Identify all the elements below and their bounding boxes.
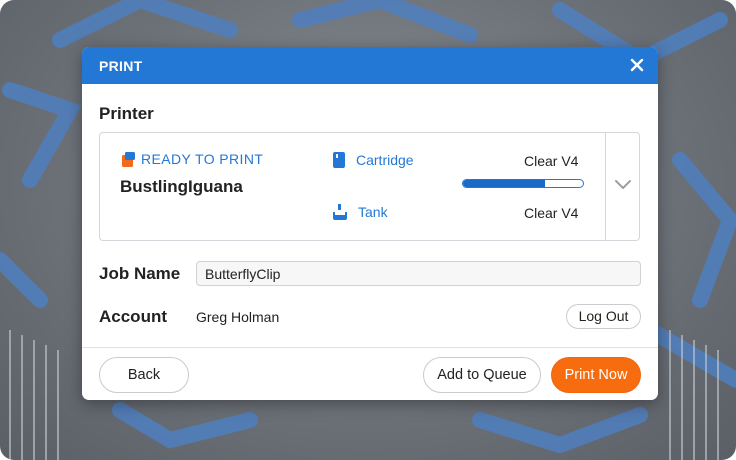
close-icon[interactable] [628,56,646,74]
printer-selector-divider [605,133,606,240]
footer-divider [82,347,658,348]
screen: PRINT Printer READY TO PRINT BustlingIgu… [0,0,736,460]
dialog-title: PRINT [99,58,143,74]
tank-label: Tank [358,204,388,220]
job-name-input[interactable] [196,261,641,286]
chevron-down-icon[interactable] [614,179,632,191]
cartridge-value: Clear V4 [524,153,579,169]
printer-section-label: Printer [99,104,154,123]
cartridge-level-bar [462,179,584,188]
logout-button[interactable]: Log Out [566,304,641,329]
tank-icon [333,204,347,220]
add-to-queue-button[interactable]: Add to Queue [423,357,541,393]
printer-status-icon [122,151,135,167]
cartridge-label: Cartridge [356,152,414,168]
printer-status: READY TO PRINT [122,151,263,167]
job-name-label: Job Name [99,264,181,283]
tank-value: Clear V4 [524,205,579,221]
dialog-titlebar: PRINT [82,47,658,84]
tank-row: Tank [332,204,388,220]
account-label: Account [99,307,167,326]
cartridge-icon [333,152,345,168]
cartridge-level-fill [463,180,545,187]
account-name: Greg Holman [196,309,280,325]
print-now-button[interactable]: Print Now [551,357,641,393]
printer-status-text: READY TO PRINT [141,151,264,167]
cartridge-row: Cartridge [332,152,414,168]
back-button[interactable]: Back [99,357,189,393]
print-dialog: PRINT Printer READY TO PRINT BustlingIgu… [82,47,658,400]
printer-name: BustlingIguana [120,177,243,196]
printer-selector[interactable]: READY TO PRINT BustlingIguana Cartridge … [99,132,640,241]
